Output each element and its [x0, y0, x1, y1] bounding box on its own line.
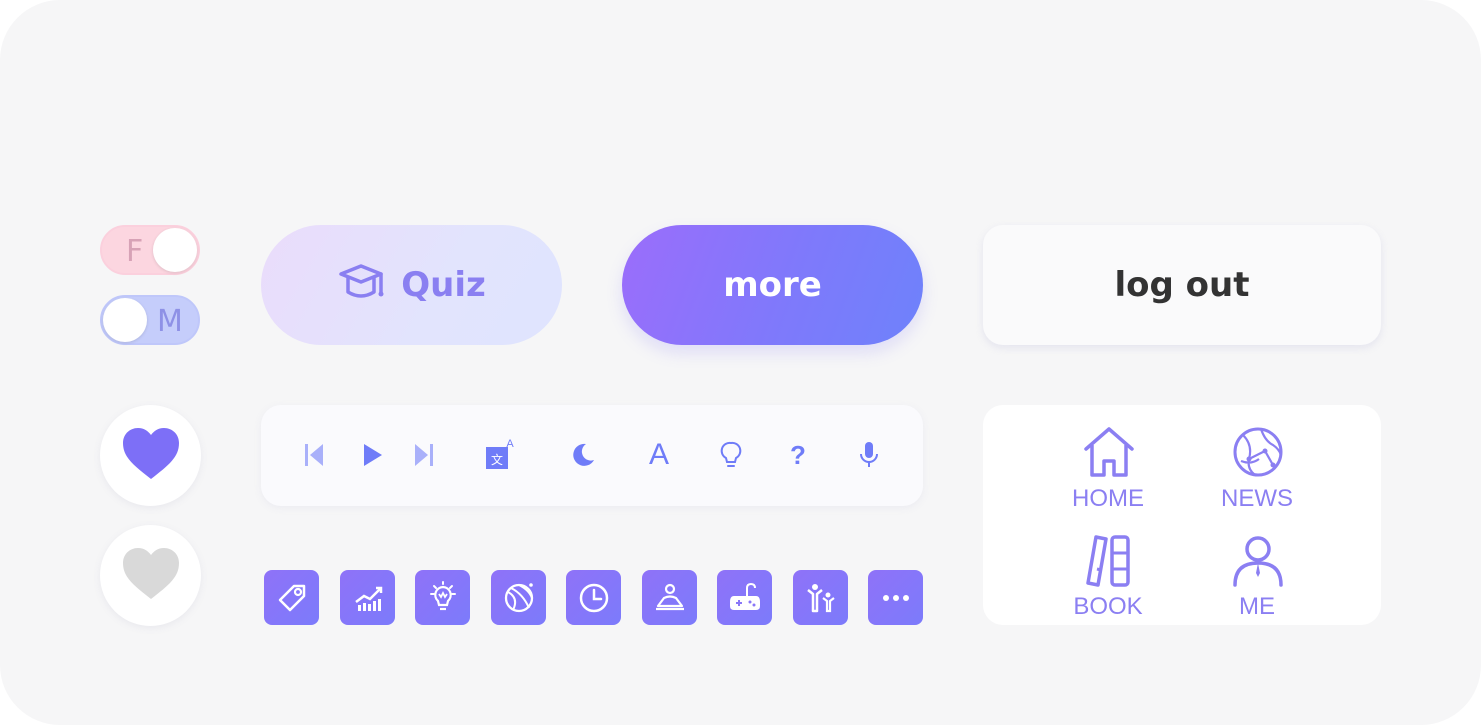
- nav-item-book[interactable]: BOOK: [1053, 523, 1163, 623]
- nav-item-news[interactable]: NEWS: [1202, 415, 1312, 515]
- meditation-icon[interactable]: [642, 570, 697, 625]
- tab-bar: HOME NEWS BOOK ME: [983, 405, 1381, 625]
- clock-icon[interactable]: [566, 570, 621, 625]
- home-icon: [1084, 427, 1134, 477]
- translate-glyph-zh: 文: [491, 452, 503, 467]
- moon-icon[interactable]: [567, 440, 597, 470]
- tag-icon[interactable]: [264, 570, 319, 625]
- toggle-letter-f: F: [126, 234, 144, 269]
- toggle-letter-m: M: [157, 304, 183, 339]
- family-icon[interactable]: [793, 570, 848, 625]
- translate-icon[interactable]: 文 A: [483, 437, 517, 471]
- canvas: F M Quiz more log out 文 A A ? HOME NEWS …: [0, 0, 1481, 725]
- nav-label-home: HOME: [1072, 485, 1144, 512]
- nav-label-book: BOOK: [1073, 593, 1143, 620]
- logout-button[interactable]: log out: [983, 225, 1381, 345]
- font-glyph: A: [648, 438, 669, 471]
- logout-label: log out: [1114, 265, 1250, 305]
- user-icon: [1233, 536, 1283, 587]
- font-icon[interactable]: A: [644, 438, 674, 471]
- play-icon[interactable]: [357, 440, 387, 470]
- microphone-icon[interactable]: [854, 440, 884, 470]
- books-icon: [1086, 535, 1130, 587]
- toggle-knob: [103, 298, 147, 342]
- chart-icon[interactable]: [340, 570, 395, 625]
- skip-back-icon[interactable]: [299, 440, 329, 470]
- help-icon[interactable]: ?: [783, 440, 813, 470]
- idea-icon[interactable]: [415, 570, 470, 625]
- quiz-label: Quiz: [401, 265, 486, 305]
- more-label: more: [723, 265, 822, 305]
- quiz-button[interactable]: Quiz: [261, 225, 562, 345]
- media-toolbar: 文 A A ?: [261, 405, 923, 506]
- nav-label-me: ME: [1239, 593, 1275, 620]
- gender-toggle-male[interactable]: M: [100, 295, 200, 345]
- nav-item-home[interactable]: HOME: [1053, 415, 1163, 515]
- gamepad-icon[interactable]: [717, 570, 772, 625]
- heart-icon: [121, 547, 181, 605]
- more-dots-icon[interactable]: [868, 570, 923, 625]
- basketball-icon[interactable]: [491, 570, 546, 625]
- toggle-knob: [153, 228, 197, 272]
- like-button-inactive[interactable]: [100, 525, 201, 626]
- more-button[interactable]: more: [622, 225, 923, 345]
- globe-icon: [1233, 427, 1283, 477]
- gender-toggle-female[interactable]: F: [100, 225, 200, 275]
- skip-forward-icon[interactable]: [409, 440, 439, 470]
- help-glyph: ?: [790, 439, 806, 470]
- heart-icon: [121, 427, 181, 485]
- nav-label-news: NEWS: [1221, 485, 1293, 512]
- translate-glyph-a: A: [506, 438, 514, 450]
- like-button[interactable]: [100, 405, 201, 506]
- nav-item-me[interactable]: ME: [1202, 523, 1312, 623]
- graduation-cap-icon: [337, 262, 387, 308]
- lightbulb-icon[interactable]: [716, 440, 746, 470]
